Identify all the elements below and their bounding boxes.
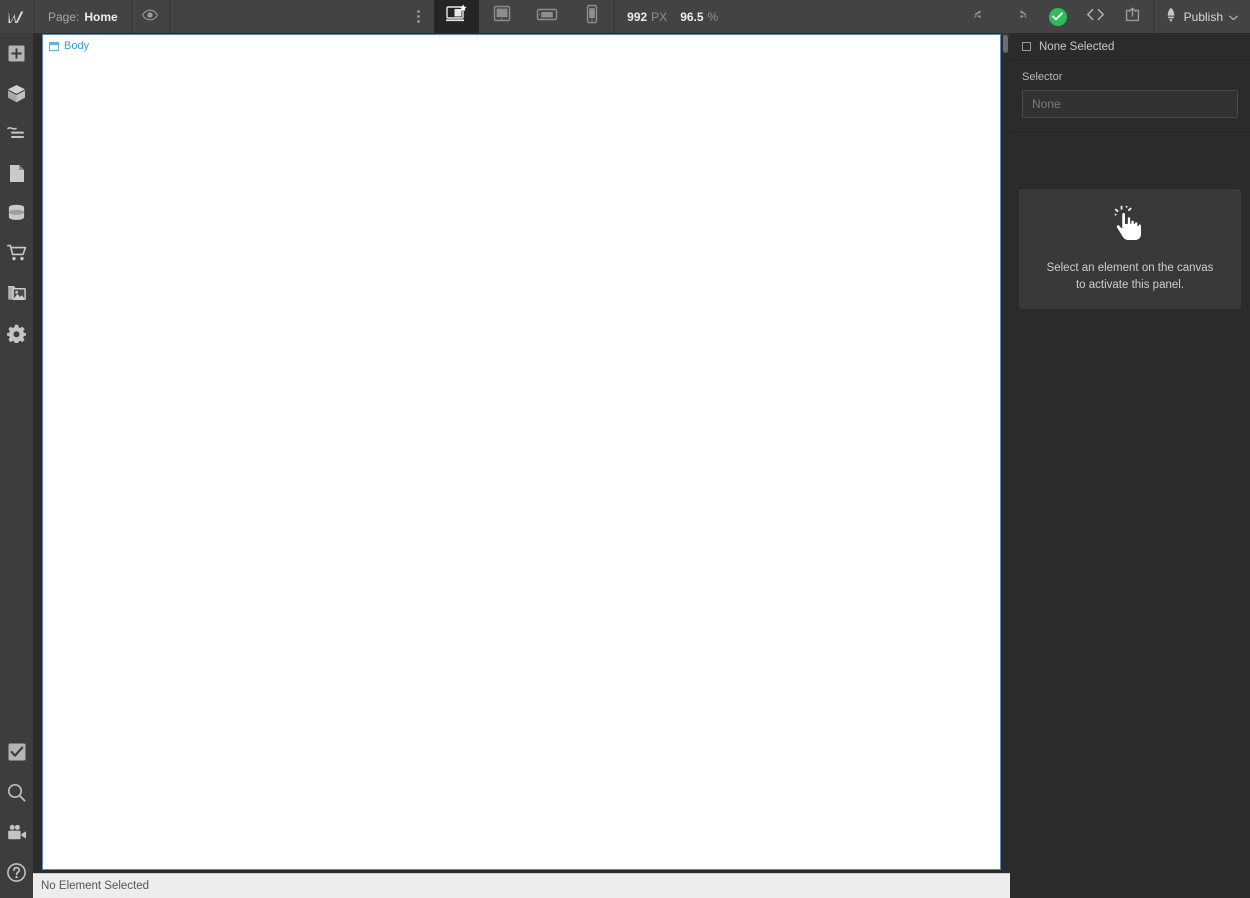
page-document-icon <box>9 164 25 183</box>
redo-button[interactable] <box>1001 0 1039 33</box>
checkbox-check-icon <box>8 743 26 761</box>
breakpoint-mobile-portrait-button[interactable] <box>569 0 614 33</box>
sidebar-item-audit[interactable] <box>0 732 33 772</box>
code-export-button[interactable] <box>1077 0 1115 33</box>
chevron-down-icon <box>1229 10 1238 24</box>
sidebar-top-group <box>0 33 33 353</box>
sidebar-item-cms[interactable] <box>0 193 33 233</box>
toolbar-overflow-menu-button[interactable] <box>402 0 434 33</box>
code-brackets-icon <box>1086 8 1105 26</box>
toolbar-spacer-right <box>730 0 962 33</box>
body-element-label[interactable]: Body <box>49 40 89 52</box>
sidebar-item-add-elements[interactable] <box>0 33 33 73</box>
undo-arrow-icon <box>973 8 990 26</box>
selector-label: Selector <box>1022 71 1063 83</box>
viewport-width-value: 992 <box>627 9 648 24</box>
empty-state-line-2: to activate this panel. <box>1075 278 1185 291</box>
publish-button[interactable]: Publish <box>1154 0 1250 33</box>
database-stack-icon <box>7 204 26 222</box>
body-label-text: Body <box>64 40 90 52</box>
check-saved-icon <box>1048 7 1067 26</box>
body-element-icon <box>49 41 59 51</box>
gear-icon <box>7 324 26 343</box>
question-mark-help-icon <box>7 862 26 882</box>
undo-button[interactable] <box>963 0 1001 33</box>
toolbar-actions: Publish <box>963 0 1250 33</box>
eye-preview-icon <box>142 8 159 26</box>
sidebar-item-search[interactable] <box>0 772 33 812</box>
shopping-cart-icon <box>6 244 27 262</box>
tablet-icon <box>492 5 512 29</box>
navigator-layers-icon <box>7 126 26 140</box>
zoom-value: 96.5 <box>680 9 704 24</box>
empty-state-text: Select an element on the canvas to activ… <box>1047 260 1214 293</box>
status-bar-text: No Element Selected <box>41 880 150 892</box>
sidebar-item-help[interactable] <box>0 852 33 892</box>
vertical-dots-menu-icon <box>416 15 420 18</box>
sidebar-bottom-group <box>0 732 33 898</box>
sidebar-item-ecommerce[interactable] <box>0 233 33 273</box>
top-toolbar: Page: Home 992 PX 96.5 % Publish <box>0 0 1250 33</box>
right-panel: None Selected Selector None Select an el… <box>1010 0 1250 898</box>
magnifier-search-icon <box>7 783 26 802</box>
sidebar-item-video-tutorials[interactable] <box>0 812 33 852</box>
viewport-zoom-display[interactable]: 992 PX 96.5 % <box>615 0 730 33</box>
empty-state-panel: Select an element on the canvas to activ… <box>1019 189 1241 309</box>
selector-input[interactable]: None <box>1022 90 1238 118</box>
plus-square-icon <box>8 45 25 62</box>
zoom-unit: % <box>707 9 719 24</box>
left-sidebar <box>0 33 33 898</box>
publish-label: Publish <box>1183 9 1224 24</box>
toolbar-spacer-left <box>170 0 402 33</box>
share-export-icon <box>1125 7 1142 27</box>
viewport-width-unit: PX <box>651 9 668 24</box>
breakpoint-tablet-button[interactable] <box>479 0 524 33</box>
scrollbar-thumb[interactable] <box>1003 35 1008 53</box>
page-name: Home <box>84 9 118 24</box>
mobile-portrait-icon <box>585 4 599 29</box>
canvas-area[interactable]: Body <box>33 33 1010 873</box>
save-status-button[interactable] <box>1039 0 1077 33</box>
page-label: Page: <box>48 9 80 24</box>
image-assets-icon <box>7 284 27 302</box>
rocket-publish-icon <box>1164 7 1178 26</box>
box-3d-icon <box>7 84 26 103</box>
selector-section: Selector None <box>1010 61 1250 133</box>
breakpoint-desktop-button[interactable] <box>434 0 480 33</box>
preview-toggle-button[interactable] <box>132 0 169 33</box>
page-selector[interactable]: Page: Home <box>35 0 131 33</box>
element-square-icon <box>1022 42 1031 51</box>
mobile-landscape-icon <box>536 7 558 27</box>
selection-header: None Selected <box>1010 33 1250 61</box>
video-camera-icon <box>7 824 27 841</box>
pointing-hand-cursor-icon <box>1113 205 1147 248</box>
selection-label: None Selected <box>1039 40 1115 53</box>
breakpoint-group: 992 PX 96.5 % <box>402 0 730 33</box>
sidebar-item-assets[interactable] <box>0 273 33 313</box>
sidebar-item-settings[interactable] <box>0 313 33 353</box>
sidebar-item-components[interactable] <box>0 73 33 113</box>
canvas-body-frame[interactable]: Body <box>42 34 1001 870</box>
canvas-scrollbar[interactable] <box>1001 33 1010 873</box>
breakpoint-mobile-landscape-button[interactable] <box>524 0 569 33</box>
redo-arrow-icon <box>1011 8 1028 26</box>
webflow-logo-icon[interactable] <box>0 0 34 33</box>
share-button[interactable] <box>1115 0 1153 33</box>
desktop-monitor-star-icon <box>445 4 469 29</box>
empty-state-line-1: Select an element on the canvas <box>1046 261 1214 274</box>
webflow-designer-app: Page: Home 992 PX 96.5 % Publish Body No… <box>0 0 1250 898</box>
sidebar-item-pages[interactable] <box>0 153 33 193</box>
sidebar-item-navigator[interactable] <box>0 113 33 153</box>
status-bar: No Element Selected <box>33 873 1010 898</box>
